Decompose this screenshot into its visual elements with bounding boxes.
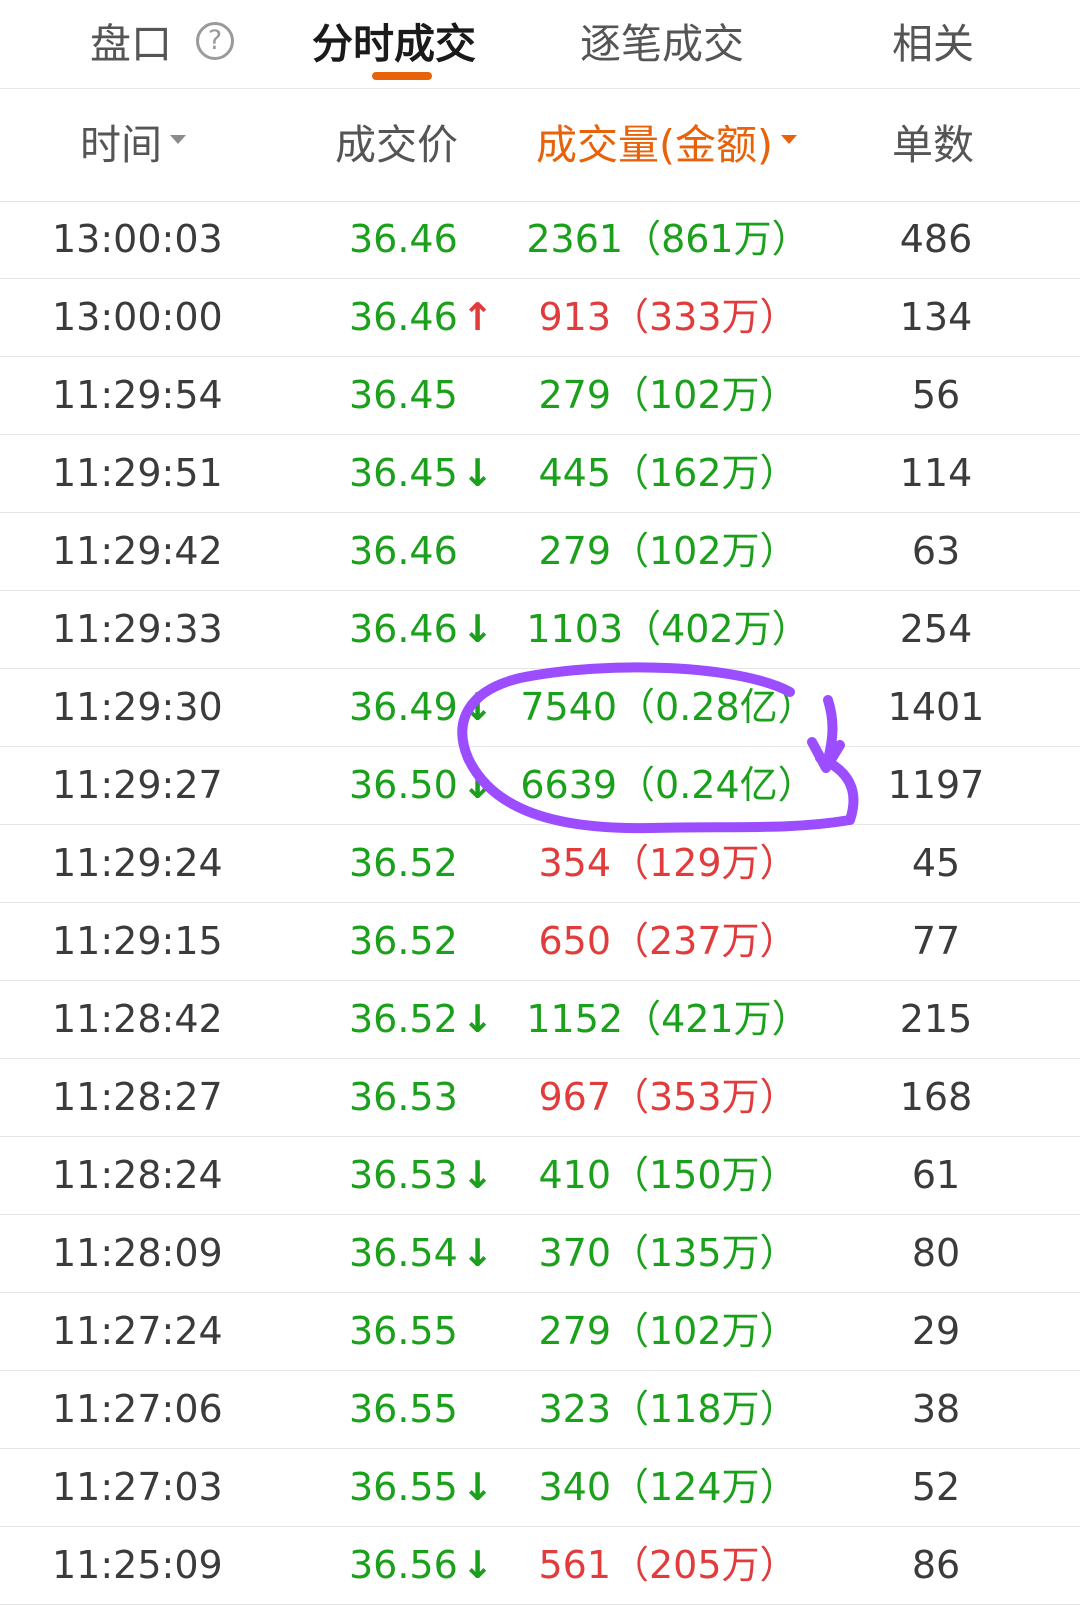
cell-count: 38 — [0, 1371, 1080, 1448]
table-row[interactable]: 13:00:03 36.46 2361（861万） 486 — [0, 201, 1080, 279]
column-header-volume-label: 成交量(金额) — [536, 121, 773, 169]
cell-count: 45 — [0, 825, 1080, 902]
count-value: 38 — [911, 1387, 961, 1431]
table-row[interactable]: 11:27:03 36.55 ↓ 340（124万） 52 — [0, 1449, 1080, 1527]
cell-count: 114 — [0, 435, 1080, 512]
count-value: 134 — [899, 295, 973, 339]
table-row[interactable]: 11:29:54 36.45 279（102万） 56 — [0, 357, 1080, 435]
table-row[interactable]: 11:27:06 36.55 323（118万） 38 — [0, 1371, 1080, 1449]
trade-list[interactable]: 13:00:03 36.46 2361（861万） 486 13:00:00 36.46 ↑… — [0, 201, 1080, 1605]
table-row[interactable]: 11:27:24 36.55 279（102万） 29 — [0, 1293, 1080, 1371]
count-value: 86 — [911, 1543, 961, 1587]
count-value: 61 — [911, 1153, 961, 1197]
table-header: 时间 成交价 成交量(金额) 单数 — [0, 89, 1080, 202]
table-row[interactable]: 11:29:33 36.46 ↓ 1103（402万） 254 — [0, 591, 1080, 669]
count-value: 45 — [911, 841, 961, 885]
count-value: 63 — [911, 529, 961, 573]
table-row[interactable]: 11:28:24 36.53 ↓ 410（150万） 61 — [0, 1137, 1080, 1215]
count-value: 29 — [911, 1309, 961, 1353]
sort-caret-icon — [781, 134, 797, 144]
cell-count: 77 — [0, 903, 1080, 980]
table-row[interactable]: 11:29:15 36.52 650（237万） 77 — [0, 903, 1080, 981]
count-value: 215 — [899, 997, 973, 1041]
cell-count: 134 — [0, 279, 1080, 356]
cell-count: 61 — [0, 1137, 1080, 1214]
table-row[interactable]: 11:29:51 36.45 ↓ 445（162万） 114 — [0, 435, 1080, 513]
cell-count: 63 — [0, 513, 1080, 590]
table-row[interactable]: 13:00:00 36.46 ↑ 913（333万） 134 — [0, 279, 1080, 357]
table-row[interactable]: 11:29:30 36.49 ↓ 7540（0.28亿） 1401 — [0, 669, 1080, 747]
column-header-count: 单数 — [892, 121, 974, 169]
table-row[interactable]: 11:28:09 36.54 ↓ 370（135万） 80 — [0, 1215, 1080, 1293]
count-value: 80 — [911, 1231, 961, 1275]
column-header-time-label: 时间 — [80, 121, 162, 169]
cell-count: 254 — [0, 591, 1080, 668]
count-value: 77 — [911, 919, 961, 963]
tab-pankou[interactable]: 盘口 — [90, 14, 172, 74]
cell-count: 215 — [0, 981, 1080, 1058]
cell-count: 56 — [0, 357, 1080, 434]
cell-count: 80 — [0, 1215, 1080, 1292]
cell-count: 168 — [0, 1059, 1080, 1136]
cell-count: 486 — [0, 201, 1080, 278]
cell-count: 1401 — [0, 669, 1080, 746]
table-row[interactable]: 11:28:42 36.52 ↓ 1152（421万） 215 — [0, 981, 1080, 1059]
table-row[interactable]: 11:29:24 36.52 354（129万） 45 — [0, 825, 1080, 903]
count-value: 168 — [899, 1075, 973, 1119]
cell-count: 86 — [0, 1527, 1080, 1604]
table-row[interactable]: 11:29:42 36.46 279（102万） 63 — [0, 513, 1080, 591]
sort-caret-icon — [170, 134, 186, 144]
active-tab-indicator — [372, 72, 432, 80]
table-row[interactable]: 11:28:27 36.53 967（353万） 168 — [0, 1059, 1080, 1137]
count-value: 1197 — [887, 763, 985, 807]
cell-count: 29 — [0, 1293, 1080, 1370]
column-header-price: 成交价 — [335, 121, 458, 169]
cell-count: 1197 — [0, 747, 1080, 824]
count-value: 1401 — [887, 685, 985, 729]
count-value: 254 — [899, 607, 973, 651]
count-value: 52 — [911, 1465, 961, 1509]
table-row[interactable]: 11:29:27 36.50 ↓ 6639（0.24亿） 1197 — [0, 747, 1080, 825]
column-header-volume[interactable]: 成交量(金额) — [536, 115, 797, 175]
count-value: 114 — [899, 451, 973, 495]
cell-count: 52 — [0, 1449, 1080, 1526]
table-row[interactable]: 11:25:09 36.56 ↓ 561（205万） 86 — [0, 1527, 1080, 1605]
column-header-time[interactable]: 时间 — [80, 115, 186, 175]
top-tab-bar: 盘口 ? 分时成交 逐笔成交 相关 — [0, 0, 1080, 89]
help-icon[interactable]: ? — [196, 22, 234, 60]
count-value: 56 — [911, 373, 961, 417]
count-value: 486 — [899, 217, 973, 261]
tab-minute-trades[interactable]: 分时成交 — [312, 14, 476, 74]
tab-tick-trades[interactable]: 逐笔成交 — [580, 14, 744, 74]
tab-related[interactable]: 相关 — [892, 14, 974, 74]
